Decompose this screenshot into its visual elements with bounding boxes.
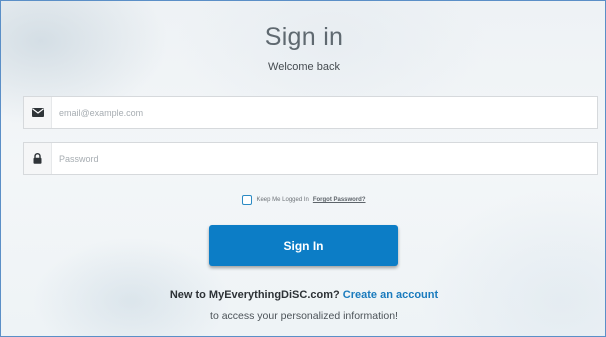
remember-row: Keep Me Logged In Forgot Password? [1,195,605,205]
password-input[interactable] [52,143,597,174]
access-text: to access your personalized information! [210,310,398,322]
lock-icon [24,143,52,174]
login-panel: Sign in Welcome back Keep Me Logged In F… [0,0,606,337]
page-title: Sign in [264,23,344,51]
envelope-icon [24,97,52,128]
forgot-password-link[interactable]: Forgot Password? [313,197,366,203]
remember-me-label: Keep Me Logged In [256,197,309,203]
page-subtitle: Welcome back [268,61,340,73]
password-field-group [23,142,598,175]
new-account-prompt: New to MyEverythingDiSC.com? Create an a… [1,289,605,301]
create-account-link[interactable]: Create an account [343,289,438,301]
remember-me-checkbox[interactable] [242,195,253,205]
email-input[interactable] [52,97,597,128]
sign-in-button[interactable]: Sign In [209,225,398,266]
email-field-group [23,96,598,129]
new-account-text: New to MyEverythingDiSC.com? [169,289,340,301]
